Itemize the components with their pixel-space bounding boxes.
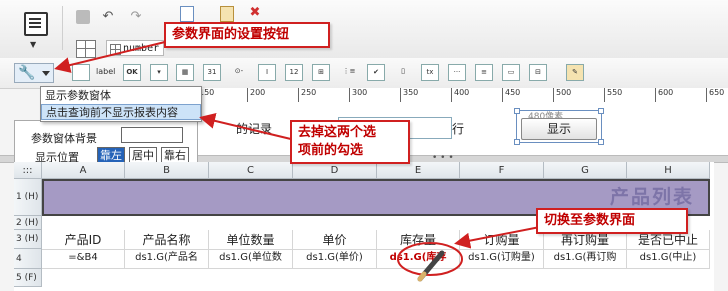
callout-uncheck: 去掉这两个选 项前的勾选 <box>290 120 410 164</box>
pencil-icon <box>417 250 445 282</box>
callout-settings: 参数界面的设置按钮 <box>164 22 330 48</box>
callout-switch: 切换至参数界面 <box>536 208 688 234</box>
settings-arrow <box>54 41 166 73</box>
switch-arrow <box>454 225 546 249</box>
uncheck-arrow <box>199 113 296 141</box>
